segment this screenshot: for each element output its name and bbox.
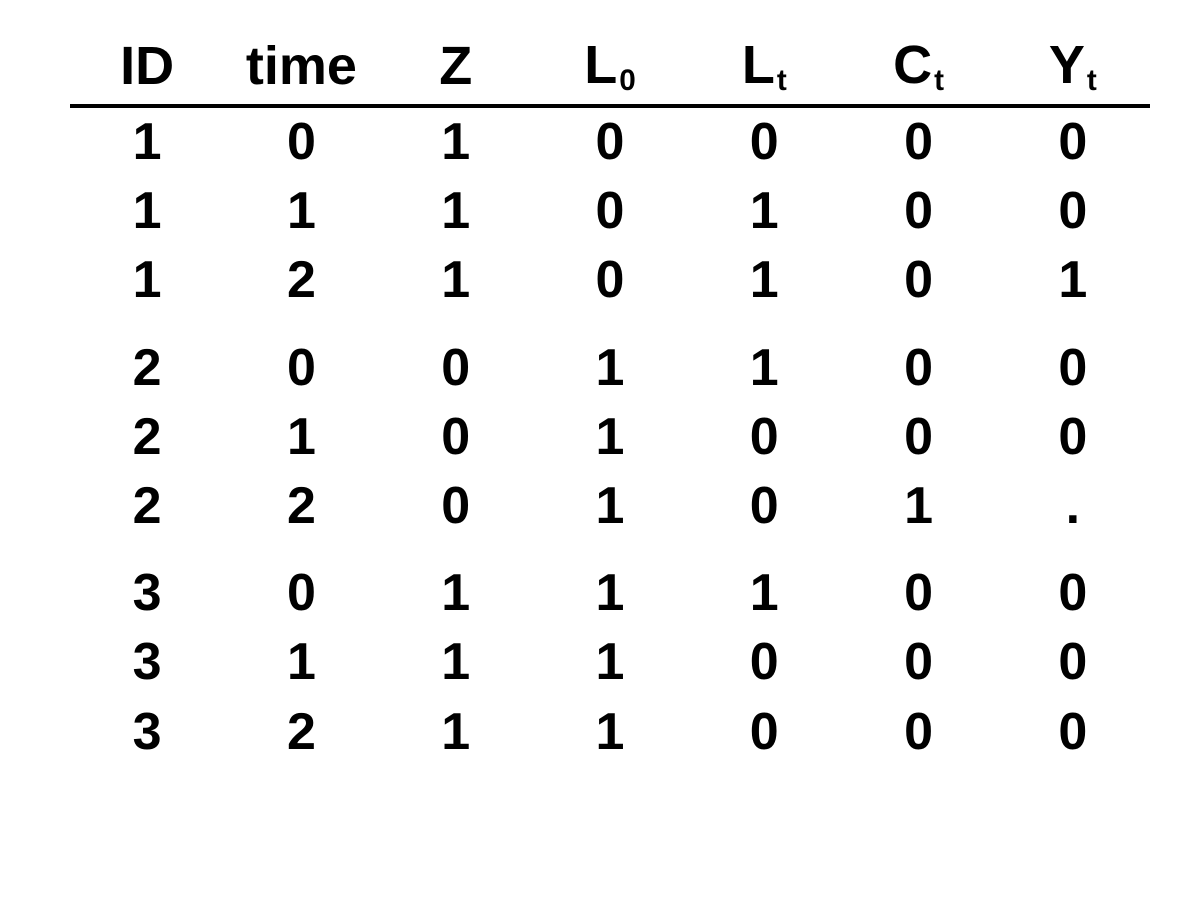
cell-id: 1	[70, 246, 224, 315]
cell-ct: 0	[841, 177, 995, 246]
column-header-subscript: 0	[619, 64, 636, 97]
cell-ct: 0	[841, 541, 995, 628]
cell-z: 1	[379, 177, 533, 246]
cell-lt: 1	[687, 541, 841, 628]
column-header-z: Z	[379, 30, 533, 106]
cell-l0: 0	[533, 177, 687, 246]
cell-l0: 1	[533, 472, 687, 541]
table-row: 3111000	[70, 628, 1150, 697]
cell-yt: .	[996, 472, 1150, 541]
column-header-base: L	[584, 35, 617, 95]
cell-yt: 0	[996, 106, 1150, 177]
cell-time: 0	[224, 316, 378, 403]
cell-time: 1	[224, 403, 378, 472]
cell-id: 3	[70, 628, 224, 697]
cell-lt: 0	[687, 698, 841, 767]
cell-ct: 1	[841, 472, 995, 541]
cell-time: 2	[224, 246, 378, 315]
cell-time: 2	[224, 698, 378, 767]
cell-l0: 1	[533, 698, 687, 767]
cell-time: 1	[224, 177, 378, 246]
table-header-row: IDtimeZL0LtCtYt	[70, 30, 1150, 106]
cell-z: 1	[379, 628, 533, 697]
cell-z: 1	[379, 106, 533, 177]
cell-id: 2	[70, 316, 224, 403]
cell-time: 0	[224, 541, 378, 628]
column-header-base: L	[742, 35, 775, 95]
page: IDtimeZL0LtCtYt 101000011101001210101200…	[0, 0, 1200, 914]
cell-l0: 0	[533, 106, 687, 177]
cell-yt: 0	[996, 628, 1150, 697]
cell-ct: 0	[841, 698, 995, 767]
cell-z: 0	[379, 472, 533, 541]
cell-id: 2	[70, 403, 224, 472]
column-header-base: Z	[439, 36, 472, 96]
cell-id: 1	[70, 177, 224, 246]
cell-yt: 0	[996, 541, 1150, 628]
cell-time: 1	[224, 628, 378, 697]
table-row: 1010000	[70, 106, 1150, 177]
cell-lt: 1	[687, 177, 841, 246]
table-body: 1010000111010012101012001100210100022010…	[70, 106, 1150, 767]
column-header-subscript: t	[934, 64, 944, 97]
column-header-subscript: t	[1087, 64, 1097, 97]
cell-l0: 1	[533, 316, 687, 403]
cell-z: 0	[379, 316, 533, 403]
table-row: 2101000	[70, 403, 1150, 472]
table-row: 1210101	[70, 246, 1150, 315]
column-header-yt: Yt	[996, 30, 1150, 106]
column-header-ct: Ct	[841, 30, 995, 106]
table-row: 220101.	[70, 472, 1150, 541]
column-header-id: ID	[70, 30, 224, 106]
column-header-base: Y	[1049, 35, 1085, 95]
cell-time: 2	[224, 472, 378, 541]
cell-l0: 1	[533, 541, 687, 628]
cell-l0: 0	[533, 246, 687, 315]
cell-lt: 0	[687, 106, 841, 177]
table-row: 3011100	[70, 541, 1150, 628]
cell-yt: 0	[996, 403, 1150, 472]
cell-yt: 1	[996, 246, 1150, 315]
cell-yt: 0	[996, 177, 1150, 246]
cell-id: 3	[70, 541, 224, 628]
column-header-time: time	[224, 30, 378, 106]
cell-ct: 0	[841, 316, 995, 403]
column-header-lt: Lt	[687, 30, 841, 106]
cell-ct: 0	[841, 403, 995, 472]
cell-lt: 0	[687, 403, 841, 472]
column-header-subscript: t	[777, 64, 787, 97]
data-table: IDtimeZL0LtCtYt 101000011101001210101200…	[70, 30, 1150, 767]
cell-l0: 1	[533, 403, 687, 472]
column-header-base: time	[246, 36, 357, 96]
cell-id: 3	[70, 698, 224, 767]
cell-lt: 0	[687, 472, 841, 541]
cell-z: 1	[379, 246, 533, 315]
cell-id: 2	[70, 472, 224, 541]
cell-z: 0	[379, 403, 533, 472]
cell-ct: 0	[841, 246, 995, 315]
cell-lt: 0	[687, 628, 841, 697]
cell-ct: 0	[841, 628, 995, 697]
table-head: IDtimeZL0LtCtYt	[70, 30, 1150, 106]
cell-yt: 0	[996, 316, 1150, 403]
cell-time: 0	[224, 106, 378, 177]
cell-l0: 1	[533, 628, 687, 697]
column-header-base: ID	[120, 36, 174, 96]
table-row: 2001100	[70, 316, 1150, 403]
column-header-l0: L0	[533, 30, 687, 106]
cell-id: 1	[70, 106, 224, 177]
cell-lt: 1	[687, 316, 841, 403]
table-row: 1110100	[70, 177, 1150, 246]
cell-ct: 0	[841, 106, 995, 177]
cell-lt: 1	[687, 246, 841, 315]
cell-z: 1	[379, 698, 533, 767]
cell-z: 1	[379, 541, 533, 628]
column-header-base: C	[893, 35, 932, 95]
table-row: 3211000	[70, 698, 1150, 767]
cell-yt: 0	[996, 698, 1150, 767]
